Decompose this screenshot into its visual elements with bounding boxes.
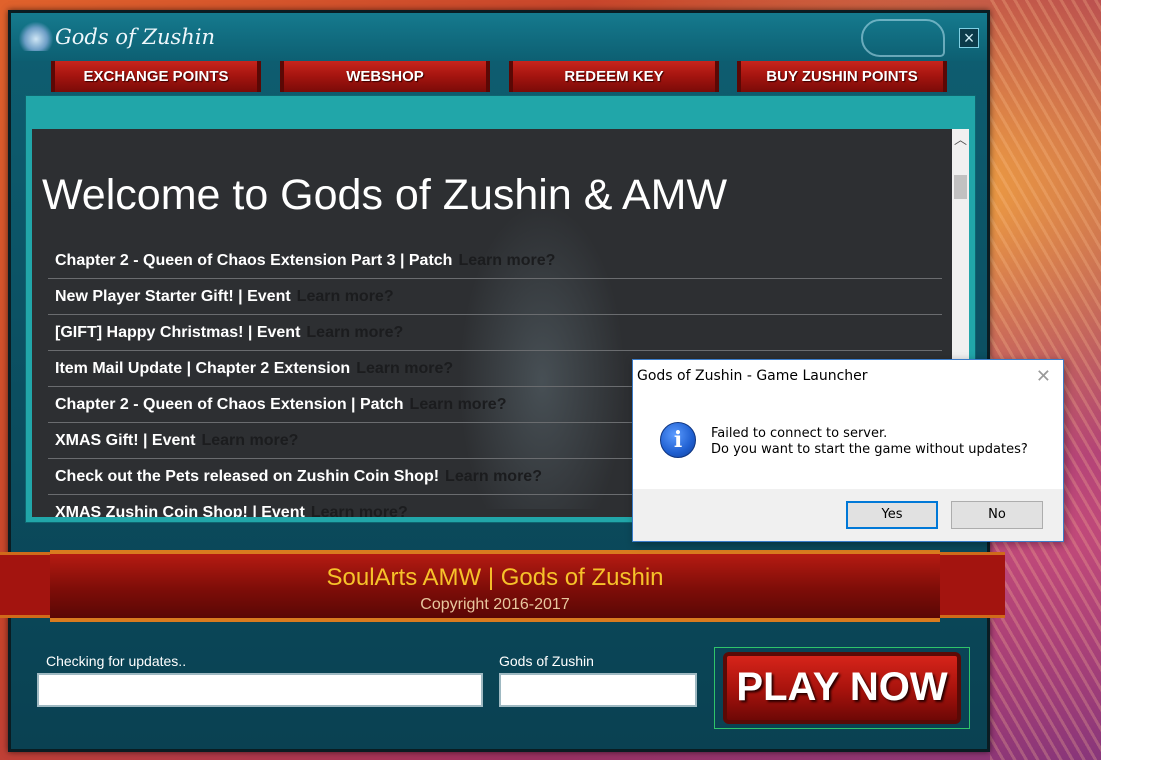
top-nav: EXCHANGE POINTS WEBSHOP REDEEM KEY BUY Z… <box>51 61 951 93</box>
close-button[interactable]: × <box>959 28 979 48</box>
learn-more-link[interactable]: Learn more? <box>297 288 394 305</box>
update-progress-bar <box>37 673 483 707</box>
window-title: Gods of Zushin <box>55 25 216 49</box>
news-item-title: Check out the Pets released on Zushin Co… <box>55 468 440 485</box>
scroll-up-arrow-icon[interactable]: ︿ <box>952 129 969 151</box>
redeem-key-button[interactable]: REDEEM KEY <box>509 61 719 92</box>
play-button-frame: PLAY NOW <box>714 647 970 729</box>
learn-more-link[interactable]: Learn more? <box>445 468 542 485</box>
exchange-points-button[interactable]: EXCHANGE POINTS <box>51 61 261 92</box>
news-item-title: XMAS Gift! | Event <box>55 432 196 449</box>
decorative-swirl-icon <box>861 19 945 57</box>
dialog-close-icon[interactable]: ✕ <box>1036 366 1051 387</box>
error-dialog: Gods of Zushin - Game Launcher ✕ i Faile… <box>632 359 1064 542</box>
news-item-title: [GIFT] Happy Christmas! | Event <box>55 324 301 341</box>
footer-banner: SoulArts AMW | Gods of Zushin Copyright … <box>50 550 940 622</box>
news-item: Chapter 2 - Queen of Chaos Extension Par… <box>48 243 942 279</box>
news-item-title: New Player Starter Gift! | Event <box>55 288 291 305</box>
update-status-label: Checking for updates.. <box>46 653 187 669</box>
learn-more-link[interactable]: Learn more? <box>306 324 403 341</box>
news-item: [GIFT] Happy Christmas! | Event Learn mor… <box>48 315 942 351</box>
copyright-text: Copyright 2016-2017 <box>420 596 570 613</box>
yes-button[interactable]: Yes <box>846 501 938 529</box>
news-item-title: Chapter 2 - Queen of Chaos Extension Par… <box>55 252 453 269</box>
buy-zushin-points-button[interactable]: BUY ZUSHIN POINTS <box>737 61 947 92</box>
app-logo-icon <box>19 21 53 51</box>
game-label: Gods of Zushin <box>499 653 594 669</box>
title-bar: Gods of Zushin × <box>11 13 987 61</box>
welcome-heading: Welcome to Gods of Zushin & AMW <box>42 171 728 219</box>
learn-more-link[interactable]: Learn more? <box>311 504 408 517</box>
learn-more-link[interactable]: Learn more? <box>458 252 555 269</box>
learn-more-link[interactable]: Learn more? <box>410 396 507 413</box>
dialog-button-bar: Yes No <box>633 489 1063 541</box>
info-icon: i <box>660 422 696 458</box>
scroll-thumb[interactable] <box>954 175 967 199</box>
play-now-button[interactable]: PLAY NOW <box>723 652 961 724</box>
dialog-title: Gods of Zushin - Game Launcher <box>637 368 868 384</box>
dialog-message-line2: Do you want to start the game without up… <box>711 442 1028 457</box>
news-item: New Player Starter Gift! | Event Learn mo… <box>48 279 942 315</box>
dialog-message-line1: Failed to connect to server. <box>711 426 888 441</box>
no-button[interactable]: No <box>951 501 1043 529</box>
learn-more-link[interactable]: Learn more? <box>201 432 298 449</box>
news-item-title: Item Mail Update | Chapter 2 Extension <box>55 360 351 377</box>
banner-title: SoulArts AMW | Gods of Zushin <box>326 564 664 591</box>
news-item-title: Chapter 2 - Queen of Chaos Extension | P… <box>55 396 404 413</box>
game-progress-bar <box>499 673 697 707</box>
learn-more-link[interactable]: Learn more? <box>356 360 453 377</box>
dialog-message: Failed to connect to server. Do you want… <box>711 426 1028 458</box>
webshop-button[interactable]: WEBSHOP <box>280 61 490 92</box>
news-item-title: XMAS Zushin Coin Shop! | Event <box>55 504 305 517</box>
